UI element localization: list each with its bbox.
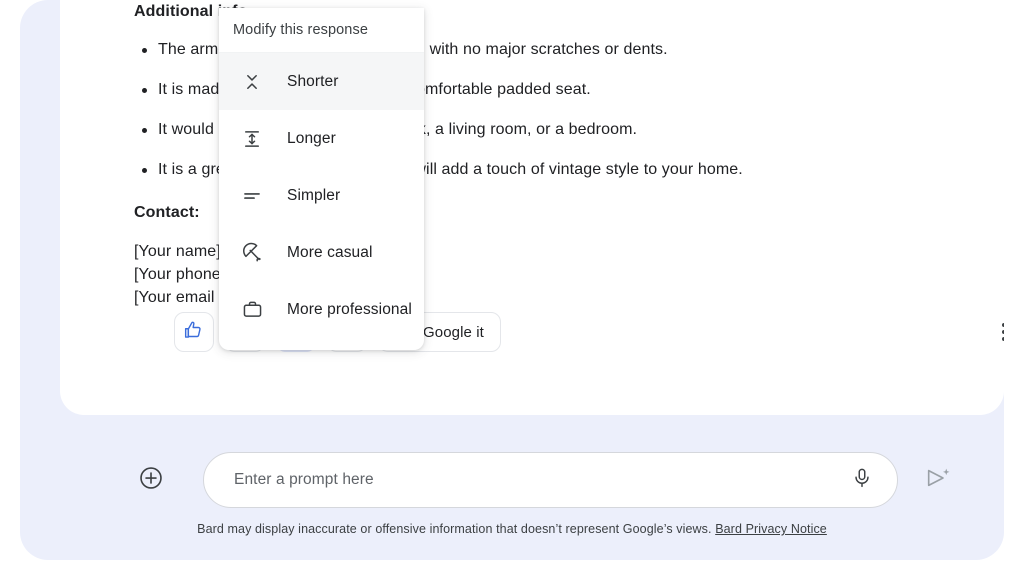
modify-response-menu: Modify this response Shorter L: [219, 8, 424, 350]
microphone-icon: [851, 467, 873, 494]
menu-item-simpler[interactable]: Simpler: [219, 167, 424, 224]
privacy-notice-link[interactable]: Bard Privacy Notice: [715, 522, 827, 536]
add-content-button[interactable]: [134, 463, 168, 497]
google-it-label: Google it: [423, 324, 484, 341]
menu-item-more-professional[interactable]: More professional: [219, 281, 424, 338]
menu-item-label: Longer: [287, 130, 336, 148]
compress-vertical-icon: [239, 72, 265, 92]
menu-item-label: Simpler: [287, 187, 340, 205]
prompt-input-container[interactable]: [203, 452, 898, 508]
response-card: Additional info: The armchair is in exce…: [60, 0, 1004, 415]
expand-vertical-icon: [239, 129, 265, 149]
briefcase-icon: [239, 299, 265, 320]
menu-item-longer[interactable]: Longer: [219, 110, 424, 167]
more-options-button[interactable]: [990, 318, 1004, 346]
app-panel: Additional info: The armchair is in exce…: [20, 0, 1004, 560]
thumb-up-icon: [184, 320, 204, 345]
plus-circle-icon: [138, 465, 164, 496]
microphone-button[interactable]: [849, 467, 875, 493]
menu-item-more-casual[interactable]: More casual: [219, 224, 424, 281]
menu-item-label: More professional: [287, 301, 412, 319]
menu-item-shorter[interactable]: Shorter: [219, 53, 424, 110]
equal-lines-icon: [239, 186, 265, 206]
send-sparkle-icon: [925, 465, 951, 496]
prompt-row: [134, 452, 954, 508]
prompt-input[interactable]: [232, 470, 849, 490]
more-vert-dot: [1002, 323, 1004, 327]
app-root: Additional info: The armchair is in exce…: [0, 0, 1024, 575]
modify-menu-title: Modify this response: [219, 8, 424, 53]
disclaimer-footer: Bard may display inaccurate or offensive…: [20, 522, 1004, 536]
more-vert-dot: [1002, 330, 1004, 334]
menu-item-label: Shorter: [287, 73, 339, 91]
menu-item-label: More casual: [287, 244, 373, 262]
thumbs-up-button[interactable]: [174, 312, 214, 352]
disclaimer-text: Bard may display inaccurate or offensive…: [197, 522, 711, 536]
beach-umbrella-icon: [239, 242, 265, 263]
send-button[interactable]: [922, 464, 954, 496]
more-vert-dot: [1002, 337, 1004, 341]
